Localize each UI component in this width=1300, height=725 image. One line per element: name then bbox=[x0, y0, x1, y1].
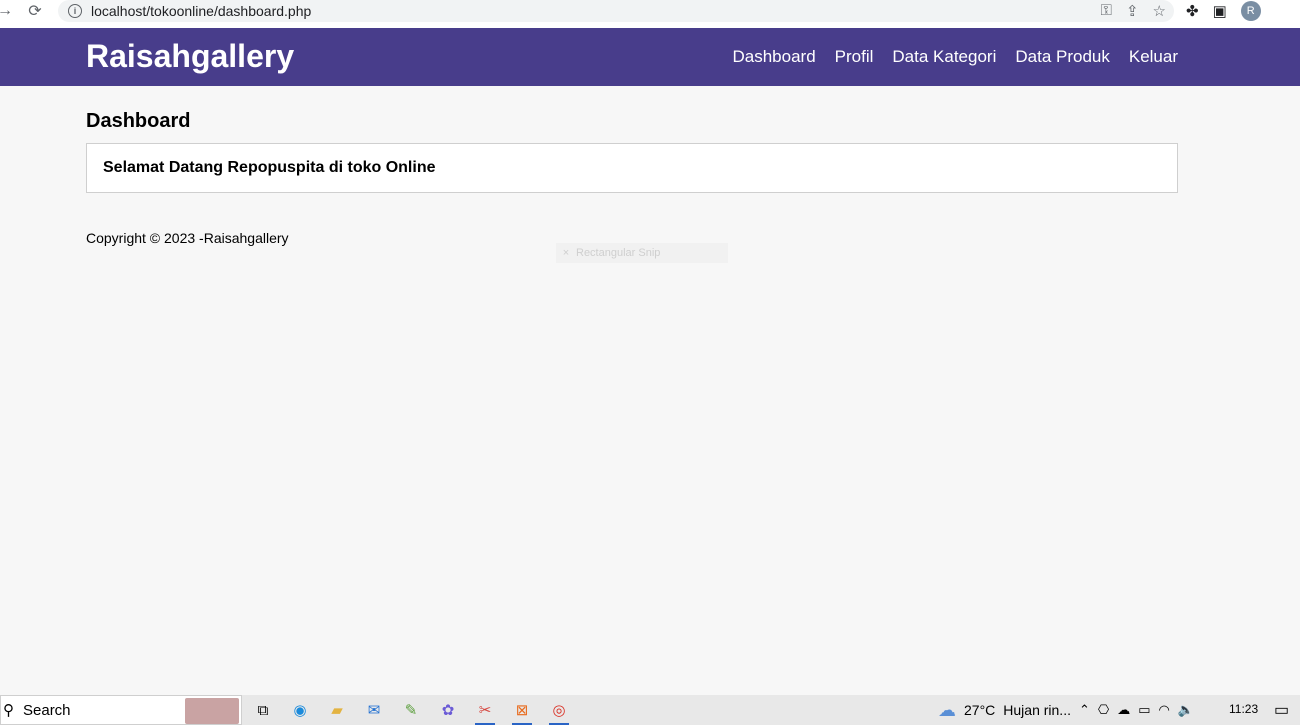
taskbar: ⚲ Search ⧉ ◉ ▰ ✉ ✎ ✿ ✂ ⊠ ◎ ☁ 27°C Hujan … bbox=[0, 695, 1300, 725]
key-icon[interactable]: ⚿ bbox=[1101, 2, 1112, 20]
url-text[interactable]: localhost/tokoonline/dashboard.php bbox=[91, 3, 311, 19]
clock[interactable]: 11:23 bbox=[1229, 702, 1258, 716]
wifi-icon[interactable]: ◠ bbox=[1159, 702, 1170, 718]
taskbar-search[interactable]: ⚲ Search bbox=[0, 695, 242, 725]
battery-icon[interactable]: ▭ bbox=[1138, 702, 1150, 718]
address-bar[interactable]: i localhost/tokoonline/dashboard.php ⚿ ⇪… bbox=[58, 0, 1174, 22]
omnibox-actions: ⚿ ⇪ ☆ bbox=[1101, 2, 1166, 20]
meet-icon[interactable]: ⎔ bbox=[1098, 702, 1109, 718]
star-icon[interactable]: ☆ bbox=[1153, 2, 1166, 20]
edge-icon[interactable]: ◉ bbox=[287, 699, 313, 721]
task-view-icon[interactable]: ⧉ bbox=[250, 699, 276, 721]
volume-icon[interactable]: 🔈 bbox=[1178, 702, 1194, 718]
browser-toolbar: → ⟳ i localhost/tokoonline/dashboard.php… bbox=[0, 0, 1300, 28]
search-label: Search bbox=[23, 701, 71, 719]
menu-item-keluar[interactable]: Keluar bbox=[1129, 47, 1178, 67]
sidepanel-icon[interactable]: ▣ bbox=[1213, 2, 1227, 20]
main-menu: Dashboard Profil Data Kategori Data Prod… bbox=[733, 47, 1179, 67]
xampp-icon[interactable]: ⊠ bbox=[509, 699, 535, 725]
chrome-icon[interactable]: ◎ bbox=[546, 699, 572, 725]
welcome-message: Selamat Datang Repopuspita di toko Onlin… bbox=[103, 159, 436, 176]
reload-button[interactable]: ⟳ bbox=[24, 0, 46, 22]
close-icon[interactable]: × bbox=[556, 247, 576, 259]
extension-area: ✤ ▣ R bbox=[1186, 1, 1261, 21]
menu-item-data-produk[interactable]: Data Produk bbox=[1015, 47, 1110, 67]
file-explorer-icon[interactable]: ▰ bbox=[324, 699, 350, 721]
menu-item-data-kategori[interactable]: Data Kategori bbox=[892, 47, 996, 67]
welcome-card: Selamat Datang Repopuspita di toko Onlin… bbox=[86, 143, 1178, 193]
snip-label: Rectangular Snip bbox=[576, 247, 661, 259]
arrow-left-icon: → bbox=[0, 2, 13, 19]
puzzle-icon[interactable]: ✤ bbox=[1186, 2, 1199, 20]
page-title: Dashboard bbox=[86, 110, 191, 132]
menu-item-dashboard[interactable]: Dashboard bbox=[733, 47, 816, 67]
share-icon[interactable]: ⇪ bbox=[1126, 2, 1139, 20]
back-button[interactable]: → bbox=[0, 0, 16, 22]
snipping-tool-icon[interactable]: ✂ bbox=[472, 699, 498, 725]
reload-icon: ⟳ bbox=[28, 3, 42, 20]
menu-item-profil[interactable]: Profil bbox=[835, 47, 874, 67]
system-tray: ☁ 27°C Hujan rin... ⌃ ⎔ ☁ ▭ ◠ 🔈 bbox=[938, 695, 1194, 725]
onedrive-icon[interactable]: ☁ bbox=[1117, 702, 1130, 718]
weather-temp[interactable]: 27°C bbox=[964, 702, 995, 718]
app-icon[interactable]: ✿ bbox=[435, 699, 461, 721]
weather-desc[interactable]: Hujan rin... bbox=[1003, 702, 1071, 718]
taskbar-apps: ⧉ ◉ ▰ ✉ ✎ ✿ ✂ ⊠ ◎ bbox=[250, 699, 572, 725]
notepad-icon[interactable]: ✎ bbox=[398, 699, 424, 721]
snip-overlay: × Rectangular Snip bbox=[556, 243, 728, 263]
search-highlight-image bbox=[185, 698, 239, 724]
site-header: Raisahgallery Dashboard Profil Data Kate… bbox=[0, 28, 1300, 86]
info-icon[interactable]: i bbox=[68, 4, 82, 18]
footer-copyright: Copyright © 2023 -Raisahgallery bbox=[86, 230, 289, 246]
notification-icon[interactable]: ▭ bbox=[1274, 700, 1289, 720]
mail-icon[interactable]: ✉ bbox=[361, 699, 387, 721]
cloud-rain-icon[interactable]: ☁ bbox=[938, 700, 956, 721]
search-icon: ⚲ bbox=[3, 702, 14, 719]
brand-logo[interactable]: Raisahgallery bbox=[86, 38, 294, 75]
chevron-up-icon[interactable]: ⌃ bbox=[1079, 702, 1090, 718]
avatar[interactable]: R bbox=[1240, 1, 1261, 21]
